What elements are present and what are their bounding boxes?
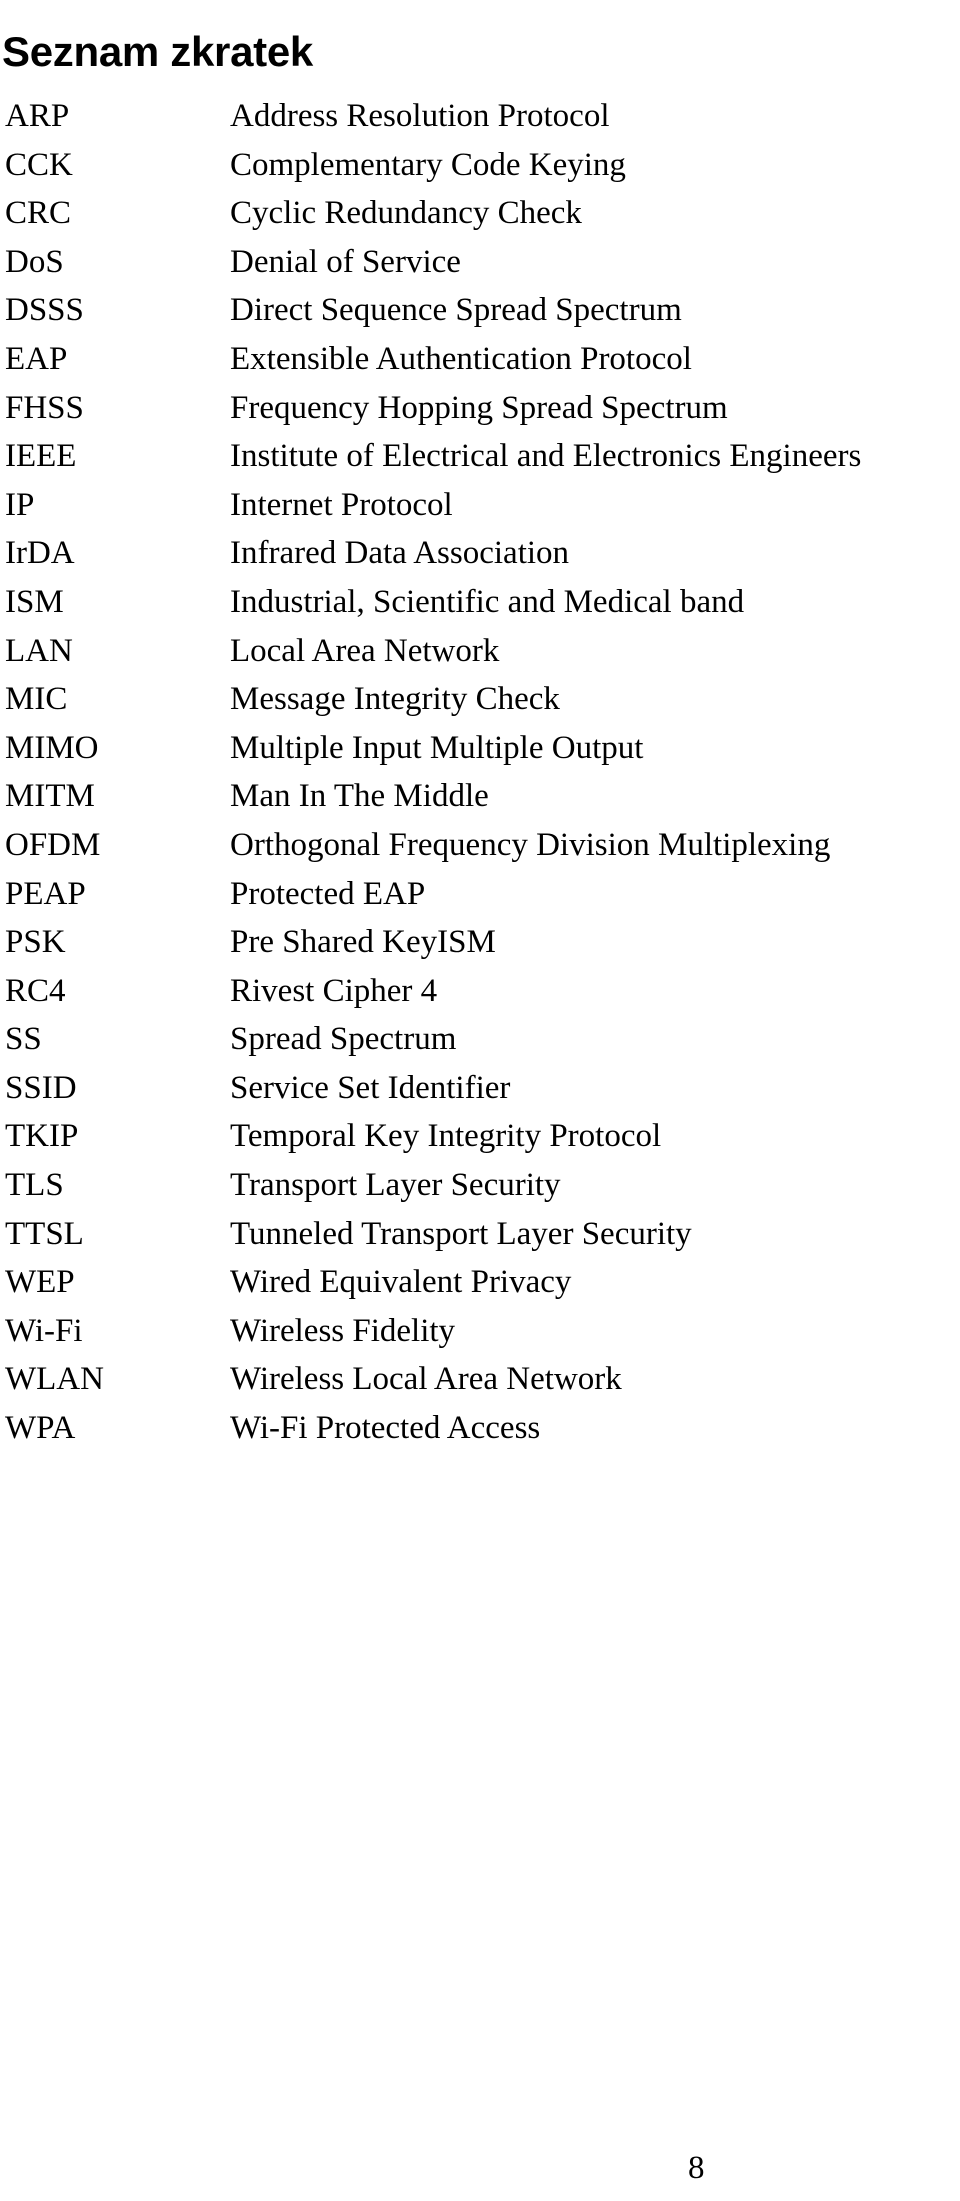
- abbreviation-definition: Wireless Fidelity: [230, 1312, 456, 1349]
- abbreviation-term: CCK: [5, 146, 73, 183]
- abbreviation-row: IrDA Infrared Data Association: [0, 529, 960, 578]
- abbreviation-definition: Tunneled Transport Layer Security: [230, 1215, 692, 1252]
- abbreviation-term: ISM: [5, 583, 64, 620]
- abbreviation-term: TKIP: [5, 1118, 79, 1155]
- abbreviation-term: MIMO: [5, 729, 99, 766]
- abbreviation-row: IEEE Institute of Electrical and Electron…: [0, 432, 960, 481]
- abbreviation-row: DSSS Direct Sequence Spread Spectrum: [0, 286, 960, 335]
- abbreviation-term: WLAN: [5, 1361, 104, 1398]
- document-page: Seznam zkratek ARP Address Resolution Pro…: [0, 0, 960, 2201]
- abbreviation-row: WPA Wi-Fi Protected Access: [0, 1404, 960, 1453]
- abbreviation-definition: Man In The Middle: [230, 778, 489, 815]
- abbreviation-definition: Service Set Identifier: [230, 1069, 511, 1106]
- abbreviation-row: SSID Service Set Identifier: [0, 1064, 960, 1113]
- abbreviation-term: ARP: [5, 98, 70, 134]
- abbreviation-definition: Denial of Service: [230, 243, 461, 280]
- abbreviation-definition: Orthogonal Frequency Division Multiplexi…: [230, 826, 831, 863]
- abbreviation-definition: Internet Protocol: [230, 486, 453, 523]
- abbreviation-row: PEAP Protected EAP: [0, 870, 960, 919]
- abbreviation-term: SS: [5, 1021, 42, 1058]
- abbreviation-term: WPA: [5, 1410, 76, 1447]
- abbreviation-row: FHSS Frequency Hopping Spread Spectrum: [0, 384, 960, 433]
- abbreviation-term: IEEE: [5, 438, 77, 475]
- abbreviation-row: WLAN Wireless Local Area Network: [0, 1355, 960, 1404]
- abbreviation-row: MIMO Multiple Input Multiple Output: [0, 724, 960, 773]
- abbreviation-term: TLS: [5, 1167, 64, 1204]
- abbreviation-term: IrDA: [5, 535, 75, 572]
- abbreviation-row: EAP Extensible Authentication Protocol: [0, 335, 960, 384]
- abbreviation-row: PSK Pre Shared KeyISM: [0, 918, 960, 967]
- abbreviation-definition: Frequency Hopping Spread Spectrum: [230, 389, 728, 426]
- abbreviation-definition: Cyclic Redundancy Check: [230, 195, 582, 232]
- abbreviation-term: DSSS: [5, 292, 84, 329]
- abbreviation-definition: Direct Sequence Spread Spectrum: [230, 292, 682, 329]
- abbreviation-term: FHSS: [5, 389, 84, 426]
- abbreviation-definition: Infrared Data Association: [230, 535, 570, 572]
- abbreviation-row: DoS Denial of Service: [0, 238, 960, 287]
- abbreviation-list: ARP Address Resolution Protocol CCK Complem…: [0, 92, 960, 1453]
- abbreviation-term: MIC: [5, 681, 68, 718]
- abbreviation-row: LAN Local Area Network: [0, 627, 960, 676]
- abbreviation-definition: Pre Shared KeyISM: [230, 924, 496, 961]
- abbreviation-term: WEP: [5, 1264, 75, 1301]
- abbreviation-row: TKIP Temporal Key Integrity Protocol: [0, 1112, 960, 1161]
- abbreviation-definition: Spread Spectrum: [230, 1021, 457, 1058]
- abbreviation-row: TLS Transport Layer Security: [0, 1161, 960, 1210]
- abbreviation-row: MIC Message Integrity Check: [0, 675, 960, 724]
- abbreviation-term: PSK: [5, 924, 66, 961]
- abbreviation-term: RC4: [5, 972, 66, 1009]
- abbreviation-row: WEP Wired Equivalent Privacy: [0, 1258, 960, 1307]
- abbreviation-definition: Extensible Authentication Protocol: [230, 340, 692, 377]
- abbreviation-row: SS Spread Spectrum: [0, 1015, 960, 1064]
- abbreviation-term: CRC: [5, 195, 72, 232]
- abbreviation-definition: Transport Layer Security: [230, 1167, 561, 1204]
- abbreviation-term: Wi-Fi: [5, 1312, 83, 1349]
- abbreviation-definition: Wired Equivalent Privacy: [230, 1264, 572, 1301]
- abbreviation-definition: Institute of Electrical and Electronics …: [230, 438, 862, 475]
- abbreviation-definition: Protected EAP: [230, 875, 426, 912]
- abbreviation-row: Wi-Fi Wireless Fidelity: [0, 1307, 960, 1356]
- abbreviation-definition: Industrial, Scientific and Medical band: [230, 583, 745, 620]
- abbreviation-term: EAP: [5, 340, 68, 377]
- abbreviation-term: MITM: [5, 778, 95, 815]
- abbreviation-row: OFDM Orthogonal Frequency Division Multip…: [0, 821, 960, 870]
- abbreviation-term: OFDM: [5, 826, 101, 863]
- abbreviation-row: IP Internet Protocol: [0, 481, 960, 530]
- abbreviation-row: TTSL Tunneled Transport Layer Security: [0, 1210, 960, 1259]
- abbreviation-row: ISM Industrial, Scientific and Medical ba…: [0, 578, 960, 627]
- abbreviation-definition: Address Resolution Protocol: [230, 98, 610, 134]
- abbreviation-term: PEAP: [5, 875, 86, 912]
- abbreviation-term: TTSL: [5, 1215, 84, 1252]
- abbreviation-definition: Complementary Code Keying: [230, 146, 626, 183]
- abbreviation-definition: Wi-Fi Protected Access: [230, 1410, 541, 1447]
- abbreviation-definition: Local Area Network: [230, 632, 500, 669]
- page-title: Seznam zkratek: [2, 28, 313, 76]
- abbreviation-definition: Multiple Input Multiple Output: [230, 729, 644, 766]
- abbreviation-row: ARP Address Resolution Protocol: [0, 92, 960, 141]
- abbreviation-row: RC4 Rivest Cipher 4: [0, 967, 960, 1016]
- abbreviation-row: CCK Complementary Code Keying: [0, 141, 960, 190]
- abbreviation-definition: Temporal Key Integrity Protocol: [230, 1118, 662, 1155]
- abbreviation-definition: Message Integrity Check: [230, 681, 560, 718]
- abbreviation-term: DoS: [5, 243, 64, 280]
- abbreviation-term: SSID: [5, 1069, 77, 1106]
- abbreviation-definition: Rivest Cipher 4: [230, 972, 438, 1009]
- abbreviation-row: MITM Man In The Middle: [0, 772, 960, 821]
- abbreviation-term: IP: [5, 486, 35, 523]
- abbreviation-definition: Wireless Local Area Network: [230, 1361, 622, 1398]
- page-number: 8: [688, 2150, 705, 2186]
- abbreviation-row: CRC Cyclic Redundancy Check: [0, 189, 960, 238]
- abbreviation-term: LAN: [5, 632, 73, 669]
